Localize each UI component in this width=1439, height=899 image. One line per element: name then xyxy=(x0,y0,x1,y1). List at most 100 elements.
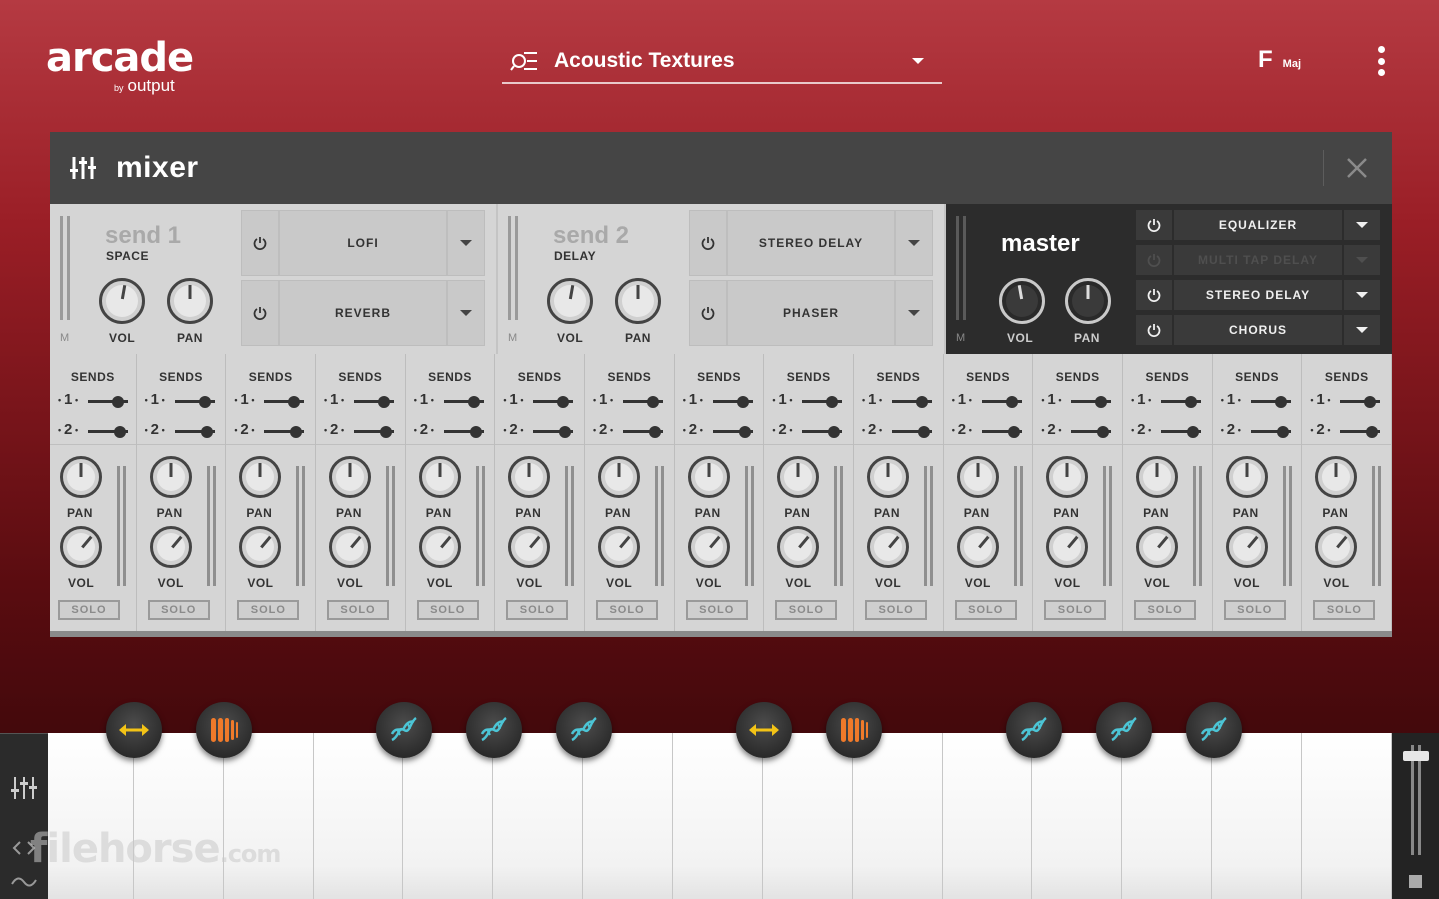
mute-label[interactable]: M xyxy=(60,332,69,344)
channel-pan-knob[interactable] xyxy=(1225,456,1268,498)
piano-key[interactable] xyxy=(493,733,584,899)
slider-thumb[interactable] xyxy=(112,396,124,408)
solo-button[interactable]: SOLO xyxy=(865,600,928,620)
slider-thumb[interactable] xyxy=(916,396,929,408)
solo-button[interactable]: SOLO xyxy=(506,600,569,620)
send-2-slider[interactable]: 2 xyxy=(58,421,130,438)
fx-name[interactable]: REVERB xyxy=(280,281,446,345)
stutter-bars-icon[interactable] xyxy=(826,702,882,758)
solo-button[interactable]: SOLO xyxy=(775,600,838,620)
slider-thumb[interactable] xyxy=(198,396,211,408)
dna-icon[interactable] xyxy=(1006,702,1062,758)
slider-thumb[interactable] xyxy=(649,426,662,438)
fx-name[interactable]: STEREO DELAY xyxy=(728,211,894,275)
piano-key[interactable] xyxy=(48,733,134,899)
slider-thumb[interactable] xyxy=(469,426,482,438)
channel-pan-knob[interactable] xyxy=(418,456,461,498)
solo-button[interactable]: SOLO xyxy=(1223,600,1286,620)
send-1-slider[interactable]: 1 xyxy=(413,391,486,408)
power-icon[interactable] xyxy=(1136,315,1174,345)
chevron-down-icon[interactable] xyxy=(1342,210,1380,240)
slider-thumb[interactable] xyxy=(1095,396,1108,408)
stretch-arrows-icon[interactable] xyxy=(106,702,162,758)
send-1-slider[interactable]: 1 xyxy=(593,391,665,408)
power-icon[interactable] xyxy=(1136,280,1174,310)
send-1-slider[interactable]: 1 xyxy=(862,391,934,408)
channel-pan-knob[interactable] xyxy=(329,456,372,498)
channel-vol-knob[interactable] xyxy=(1225,526,1268,568)
channel-pan-knob[interactable] xyxy=(1315,456,1358,498)
wave-icon[interactable] xyxy=(10,868,38,896)
slider-thumb[interactable] xyxy=(826,396,839,408)
solo-button[interactable]: SOLO xyxy=(1134,600,1197,620)
send-2-slider[interactable]: 2 xyxy=(1041,421,1113,438)
fader-handle[interactable] xyxy=(1403,751,1429,761)
chevron-down-icon[interactable] xyxy=(446,281,484,345)
stutter-bars-icon[interactable] xyxy=(196,702,252,758)
slider-thumb[interactable] xyxy=(378,396,391,408)
send-1-slider[interactable]: 1 xyxy=(1220,391,1293,408)
solo-button[interactable]: SOLO xyxy=(416,600,479,620)
fx-name[interactable]: CHORUS xyxy=(1174,315,1342,345)
channel-vol-knob[interactable] xyxy=(867,526,910,568)
slider-thumb[interactable] xyxy=(380,426,393,438)
fx-name[interactable]: PHASER xyxy=(728,281,894,345)
send-2-slider[interactable]: 2 xyxy=(234,421,306,438)
send-1-slider[interactable]: 1 xyxy=(1131,391,1203,408)
channel-vol-knob[interactable] xyxy=(687,526,730,568)
slider-thumb[interactable] xyxy=(1005,396,1018,408)
slider-thumb[interactable] xyxy=(1187,426,1200,438)
send-2-slider[interactable]: 2 xyxy=(862,421,934,438)
send-2-pan-knob[interactable] xyxy=(615,278,661,324)
slider-thumb[interactable] xyxy=(557,396,570,408)
slider-thumb[interactable] xyxy=(1007,426,1020,438)
channel-vol-knob[interactable] xyxy=(239,526,282,568)
solo-button[interactable]: SOLO xyxy=(1313,600,1376,620)
master-pan-knob[interactable] xyxy=(1065,278,1111,324)
piano-key[interactable] xyxy=(942,733,1033,899)
piano-key[interactable] xyxy=(133,733,224,899)
fx-name[interactable]: EQUALIZER xyxy=(1174,210,1342,240)
chevron-down-icon[interactable] xyxy=(894,211,932,275)
send-1-slider[interactable]: 1 xyxy=(324,391,396,408)
slider-thumb[interactable] xyxy=(918,426,931,438)
solo-button[interactable]: SOLO xyxy=(327,600,390,620)
channel-pan-knob[interactable] xyxy=(239,456,282,498)
slider-thumb[interactable] xyxy=(1097,426,1110,438)
piano-key[interactable] xyxy=(1032,733,1123,899)
channel-pan-knob[interactable] xyxy=(956,456,999,498)
fx-name[interactable]: STEREO DELAY xyxy=(1174,280,1342,310)
solo-button[interactable]: SOLO xyxy=(237,600,300,620)
solo-button[interactable]: SOLO xyxy=(685,600,748,620)
slider-thumb[interactable] xyxy=(647,396,660,408)
send-1-slider[interactable]: 1 xyxy=(58,391,130,408)
slider-thumb[interactable] xyxy=(1185,396,1198,408)
chevron-down-icon[interactable] xyxy=(1342,245,1380,275)
piano-key[interactable] xyxy=(852,733,943,899)
chevron-down-icon[interactable] xyxy=(894,281,932,345)
dna-icon[interactable] xyxy=(376,702,432,758)
send-1-slider[interactable]: 1 xyxy=(503,391,575,408)
send-2-slider[interactable]: 2 xyxy=(503,421,575,438)
mute-label[interactable]: M xyxy=(956,332,965,344)
send-1-pan-knob[interactable] xyxy=(167,278,213,324)
send-1-slider[interactable]: 1 xyxy=(234,391,306,408)
send-2-slider[interactable]: 2 xyxy=(1131,421,1203,438)
channel-pan-knob[interactable] xyxy=(508,456,551,498)
piano-key[interactable] xyxy=(223,733,314,899)
slider-thumb[interactable] xyxy=(736,396,749,408)
solo-button[interactable]: SOLO xyxy=(596,600,659,620)
piano-key[interactable] xyxy=(673,733,763,899)
send-1-slider[interactable]: 1 xyxy=(1041,391,1113,408)
slider-thumb[interactable] xyxy=(1364,396,1377,408)
stretch-arrows-icon[interactable] xyxy=(736,702,792,758)
slider-thumb[interactable] xyxy=(559,426,572,438)
send-2-slider[interactable]: 2 xyxy=(1310,421,1382,438)
piano-key[interactable] xyxy=(403,733,494,899)
chevron-down-icon[interactable] xyxy=(1342,315,1380,345)
channel-vol-knob[interactable] xyxy=(508,526,551,568)
power-icon[interactable] xyxy=(242,281,280,345)
piano-key[interactable] xyxy=(762,733,853,899)
piano-key[interactable] xyxy=(1212,733,1303,899)
mute-label[interactable]: M xyxy=(508,332,517,344)
